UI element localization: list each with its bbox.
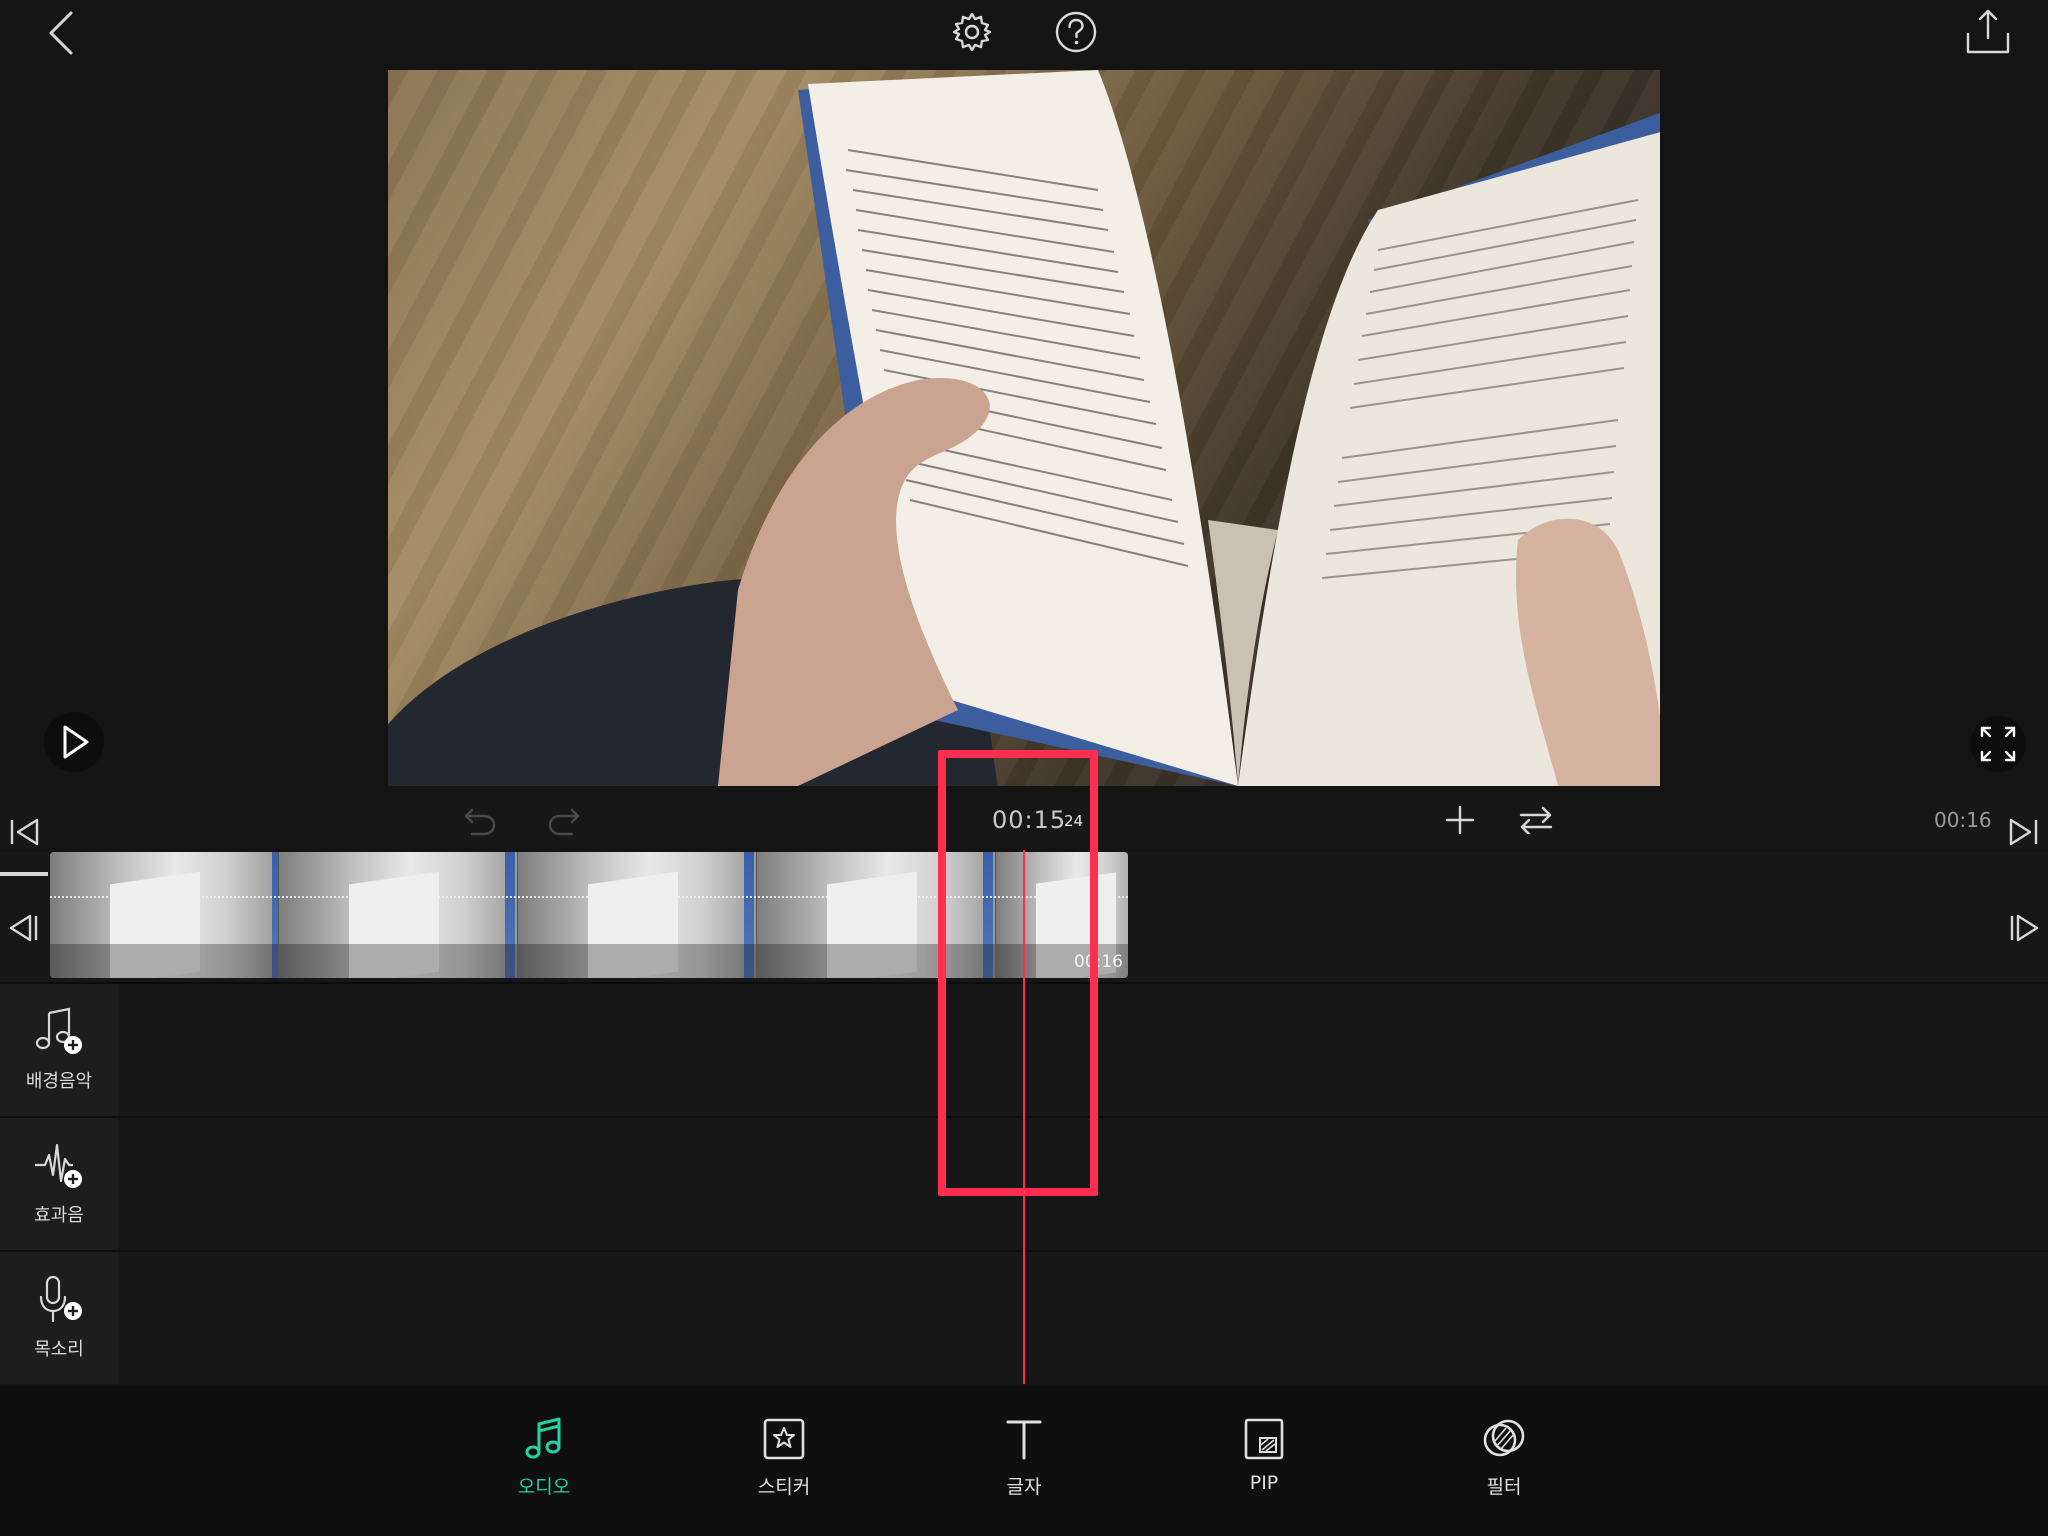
audio-tab[interactable]: 오디오 — [484, 1416, 604, 1499]
skip-to-end-button[interactable] — [2004, 810, 2044, 854]
prev-frame-icon — [9, 914, 38, 942]
nav-label: PIP — [1249, 1472, 1279, 1494]
next-frame-icon — [2010, 914, 2039, 942]
skip-to-start-icon — [10, 818, 39, 846]
sound-effect-button[interactable]: 효과음 — [0, 1118, 118, 1250]
undo-button[interactable] — [458, 800, 502, 844]
sticker-icon — [763, 1418, 805, 1460]
share-icon — [1966, 9, 2010, 54]
prev-frame-button[interactable] — [4, 906, 44, 950]
add-icon — [1445, 805, 1475, 835]
track-label: 효과음 — [34, 1205, 84, 1226]
highlight-box — [938, 750, 1098, 1196]
waveform-add-icon — [35, 1143, 82, 1188]
fullscreen-button[interactable] — [1970, 716, 2026, 772]
play-icon — [63, 725, 89, 759]
gear-icon — [952, 12, 992, 52]
skip-to-start-button[interactable] — [4, 810, 44, 854]
sticker-tab[interactable]: 스티커 — [724, 1416, 844, 1499]
next-frame-button[interactable] — [2004, 906, 2044, 950]
expand-icon — [1980, 726, 2016, 762]
back-button[interactable] — [34, 6, 88, 60]
preview-book-image — [718, 70, 1660, 786]
swap-icon — [1519, 806, 1553, 834]
pip-tab[interactable]: PIP — [1204, 1416, 1324, 1494]
settings-button[interactable] — [946, 6, 998, 58]
track-label: 배경음악 — [25, 1071, 93, 1092]
text-icon — [1006, 1420, 1042, 1460]
microphone-add-icon — [39, 1275, 82, 1323]
total-time: 00:16 — [1934, 808, 1992, 832]
pip-icon — [1244, 1418, 1284, 1460]
music-icon — [525, 1417, 561, 1459]
top-bar — [0, 0, 2048, 70]
chevron-left-icon — [49, 11, 73, 55]
redo-button[interactable] — [542, 800, 586, 844]
question-circle-icon — [1055, 11, 1097, 53]
filter-icon — [1483, 1419, 1525, 1457]
background-music-button[interactable]: 배경음악 — [0, 984, 118, 1116]
video-preview[interactable] — [388, 70, 1660, 786]
music-note-add-icon — [35, 1007, 82, 1054]
redo-icon — [548, 808, 580, 836]
text-tab[interactable]: 글자 — [964, 1416, 1084, 1499]
help-button[interactable] — [1050, 6, 1102, 58]
skip-to-end-icon — [2009, 818, 2038, 846]
nav-label: 글자 — [1006, 1476, 1042, 1498]
nav-label: 필터 — [1486, 1476, 1522, 1498]
nav-label: 스티커 — [757, 1476, 811, 1498]
filter-tab[interactable]: 필터 — [1444, 1416, 1564, 1499]
export-button[interactable] — [1958, 4, 2018, 60]
swap-button[interactable] — [1514, 800, 1558, 840]
nav-label: 오디오 — [517, 1476, 571, 1498]
voice-record-button[interactable]: 목소리 — [0, 1252, 118, 1384]
undo-icon — [464, 808, 496, 836]
track-label: 목소리 — [34, 1339, 84, 1360]
clip-thumbnail — [279, 852, 518, 978]
clip-thumbnail — [518, 852, 757, 978]
play-button[interactable] — [44, 712, 104, 772]
add-clip-button[interactable] — [1440, 800, 1480, 840]
track-start-marker — [0, 872, 48, 876]
clip-thumbnail — [50, 852, 279, 978]
